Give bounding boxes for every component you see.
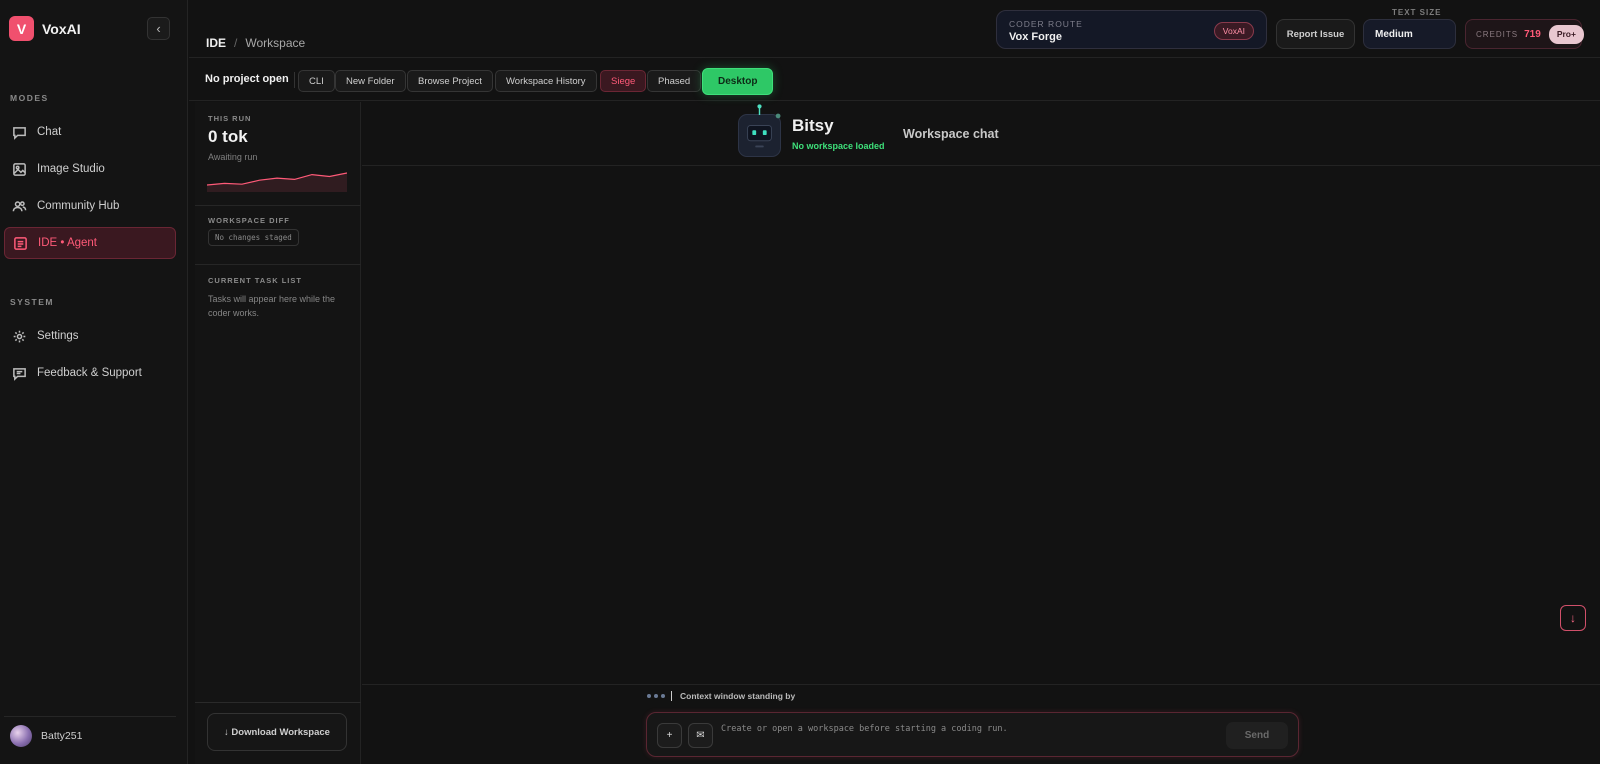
sidebar: V VoxAI ‹ MODES Chat Image Studio Commun… [0,0,188,764]
panel-divider [195,702,361,703]
gear-icon [13,330,26,342]
context-status: Context window standing by [680,691,796,701]
avatar [10,724,32,747]
sidebar-item-label: Feedback & Support [37,367,142,379]
message-input[interactable]: Create or open a workspace before starti… [721,724,1008,734]
robot-icon [738,104,781,157]
bot-status: No workspace loaded [792,141,885,151]
task-list-placeholder: Tasks will appear here while the coder w… [208,294,336,318]
sidebar-item-chat[interactable]: Chat [4,116,176,148]
breadcrumb-current: Workspace [245,36,306,50]
system-section-label: SYSTEM [10,297,54,307]
workspace-history-button[interactable]: Workspace History [495,70,597,92]
breadcrumb-separator: / [234,36,238,50]
feedback-icon [13,367,26,381]
mail-icon: ✉ [696,730,705,741]
route-provider-badge: VoxAI [1213,22,1254,40]
sidebar-item-settings[interactable]: Settings [4,320,176,352]
send-button[interactable]: Send [1226,722,1288,749]
panel-divider [195,264,361,265]
code-icon [14,236,27,250]
toolbar-divider [294,72,295,88]
token-sparkline [207,172,347,192]
plan-badge[interactable]: Pro+ [1548,24,1584,44]
token-count: 0 tok [208,127,248,146]
message-composer: + ✉ Create or open a workspace before st… [646,712,1299,757]
user-profile[interactable]: Batty251 [4,716,176,754]
context-indicator: Context window standing by [647,691,795,701]
chat-header: Bitsy No workspace loaded Workspace chat [362,102,1600,166]
arrow-down-icon: ↓ [1570,611,1576,625]
modes-section-label: MODES [10,93,49,103]
image-icon [13,162,26,176]
diff-status-badge: No changes staged [208,229,299,246]
collapse-sidebar-button[interactable]: ‹ [147,17,170,40]
text-size-select[interactable]: Medium [1363,19,1456,49]
coder-route-label: CODER ROUTE [1009,19,1083,29]
add-attachment-button[interactable]: + [657,723,682,748]
breadcrumb-root[interactable]: IDE [206,36,226,50]
credits-panel: CREDITS 719 Pro+ [1465,19,1584,49]
logo-icon: V [9,16,34,41]
phased-mode-button[interactable]: Phased [647,70,702,92]
sidebar-item-label: IDE • Agent [38,237,98,249]
top-bar: IDE / Workspace CODER ROUTE Vox Forge Vo… [189,0,1600,58]
sidebar-item-community-hub[interactable]: Community Hub [4,190,176,222]
app-name: VoxAI [42,20,81,37]
username: Batty251 [41,729,83,742]
bot-name: Bitsy [792,116,834,135]
credits-value: 719 [1524,28,1541,40]
sidebar-item-label: Settings [37,330,79,342]
coder-route-value: Vox Forge [1009,31,1062,43]
users-icon [12,200,27,211]
composer-divider [362,684,1600,685]
report-issue-button[interactable]: Report Issue [1276,19,1355,49]
sidebar-item-label: Image Studio [37,163,105,175]
sidebar-item-feedback-support[interactable]: Feedback & Support [4,357,176,389]
run-status: Awaiting run [208,152,258,162]
siege-mode-button[interactable]: Siege [600,70,647,92]
mail-button[interactable]: ✉ [688,723,713,748]
sidebar-item-ide-agent[interactable]: IDE • Agent [4,227,176,259]
plus-icon: + [666,730,673,741]
workspace-diff-label: WORKSPACE DIFF [208,216,290,225]
breadcrumb: IDE / Workspace [206,36,305,50]
this-run-label: THIS RUN [208,114,252,123]
browse-project-button[interactable]: Browse Project [407,70,493,92]
workspace-toolbar: No project open CLI New Folder Browse Pr… [189,59,1600,101]
panel-divider [195,205,361,206]
task-list-label: CURRENT TASK LIST [208,276,302,285]
credits-label: CREDITS [1476,29,1519,39]
sidebar-item-label: Community Hub [37,200,120,212]
workspace-chat: Bitsy No workspace loaded Workspace chat… [362,102,1600,764]
run-panel: THIS RUN 0 tok Awaiting run WORKSPACE DI… [195,102,361,764]
chat-title: Workspace chat [903,127,999,141]
coder-route-selector[interactable]: CODER ROUTE Vox Forge VoxAI [996,10,1267,49]
brand[interactable]: V VoxAI [9,16,81,41]
text-size-label: TEXT SIZE [1392,8,1442,17]
download-workspace-button[interactable]: ↓ Download Workspace [207,713,347,751]
sidebar-item-label: Chat [37,126,62,138]
sidebar-item-image-studio[interactable]: Image Studio [4,153,176,185]
typing-dots-icon [647,691,672,701]
scroll-to-bottom-button[interactable]: ↓ [1560,605,1586,631]
desktop-button[interactable]: Desktop [702,68,774,95]
chat-icon [13,126,26,140]
project-status: No project open [205,73,289,85]
new-folder-button[interactable]: New Folder [335,70,406,92]
cli-button[interactable]: CLI [298,70,335,92]
